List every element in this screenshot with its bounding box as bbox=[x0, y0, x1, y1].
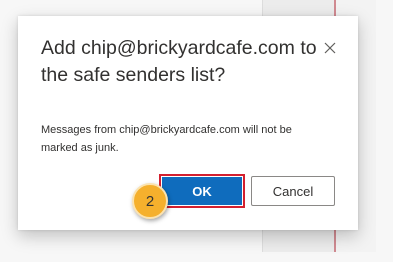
screenshot-stage: Add chip@brickyardcafe.com to the safe s… bbox=[0, 0, 393, 262]
step-number-badge: 2 bbox=[132, 183, 168, 219]
dialog-message: Messages from chip@brickyardcafe.com wil… bbox=[41, 124, 292, 154]
close-icon bbox=[324, 42, 336, 54]
dialog-title: Add chip@brickyardcafe.com to the safe s… bbox=[41, 37, 317, 86]
cancel-button[interactable]: Cancel bbox=[251, 176, 335, 206]
ok-button[interactable]: OK bbox=[162, 177, 242, 205]
safe-senders-dialog: Add chip@brickyardcafe.com to the safe s… bbox=[18, 16, 358, 230]
close-button[interactable] bbox=[318, 36, 342, 60]
